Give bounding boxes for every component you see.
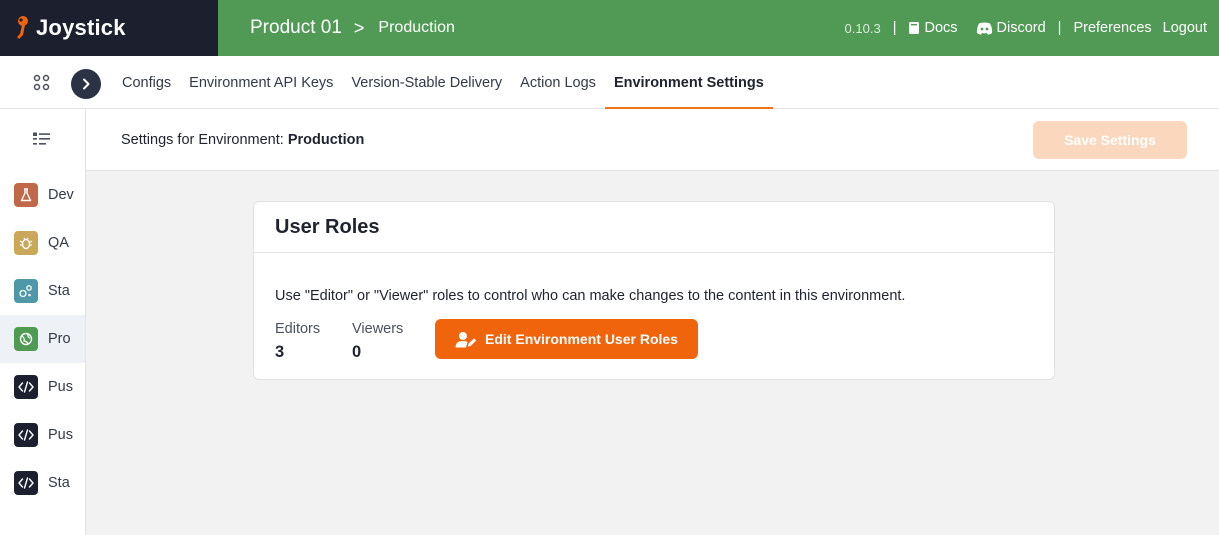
code-icon — [14, 471, 38, 495]
tab-environment-api-keys[interactable]: Environment API Keys — [180, 56, 342, 109]
discord-link[interactable]: Discord — [976, 20, 1046, 36]
save-settings-button[interactable]: Save Settings — [1033, 121, 1187, 159]
settings-title-prefix: Settings for Environment: — [121, 132, 288, 148]
sidebar-item-label: Sta — [48, 283, 70, 299]
tab-environment-settings[interactable]: Environment Settings — [604, 56, 773, 110]
sidebar-item-qa[interactable]: QA — [0, 219, 85, 267]
discord-label: Discord — [996, 20, 1046, 36]
tab-configs[interactable]: Configs — [113, 56, 180, 109]
sidebar-item-push-1[interactable]: Pus — [0, 363, 85, 411]
code-icon — [14, 423, 38, 447]
sidebar-toggle-button[interactable] — [71, 69, 101, 99]
environment-sidebar: Dev QA Sta Pro Pus Pus Sta — [0, 109, 86, 535]
sidebar-item-production[interactable]: Pro — [0, 315, 85, 363]
settings-title: Settings for Environment: Production — [121, 132, 364, 148]
docs-label: Docs — [924, 20, 958, 36]
version-label: 0.10.3 — [844, 20, 881, 36]
joystick-logo-icon — [17, 16, 28, 39]
chevron-right-icon — [83, 78, 90, 90]
globe-icon — [14, 327, 38, 351]
editors-label: Editors — [275, 321, 321, 337]
sidebar-item-label: Pro — [48, 331, 71, 347]
book-icon — [909, 22, 920, 34]
edit-user-roles-button[interactable]: Edit Environment User Roles — [435, 319, 698, 359]
divider: | — [1057, 20, 1062, 36]
brand-name: Joystick — [36, 15, 126, 40]
top-bar: Joystick Product 01 > Production 0.10.3 … — [0, 0, 1219, 56]
breadcrumb-environment[interactable]: Production — [378, 19, 455, 37]
card-title: User Roles — [254, 202, 1054, 253]
sidebar-item-label: QA — [48, 235, 69, 251]
edit-user-roles-label: Edit Environment User Roles — [485, 331, 678, 347]
editors-count: 3 — [275, 343, 285, 361]
divider: | — [892, 20, 897, 36]
editors-stat: Editors 3 — [275, 321, 320, 362]
apps-grid-icon[interactable] — [33, 74, 50, 91]
sidebar-item-push-2[interactable]: Pus — [0, 411, 85, 459]
tab-version-stable-delivery[interactable]: Version-Stable Delivery — [342, 56, 511, 109]
viewers-label: Viewers — [352, 321, 404, 337]
header-links: 0.10.3 | Docs Discord | Preferences Logo… — [845, 20, 1207, 36]
header-breadcrumb-bar: Product 01 > Production 0.10.3 | Docs Di… — [218, 0, 1219, 56]
code-icon — [14, 375, 38, 399]
viewers-stat: Viewers 0 — [352, 321, 403, 362]
viewers-count: 0 — [352, 343, 362, 361]
settings-header: Settings for Environment: Production Sav… — [86, 109, 1219, 171]
bubbles-icon — [14, 279, 38, 303]
breadcrumb-chevron-icon: > — [353, 17, 365, 38]
card-description: Use "Editor" or "Viewer" roles to contro… — [275, 288, 906, 304]
brand-area[interactable]: Joystick — [0, 0, 218, 56]
preferences-link[interactable]: Preferences — [1073, 20, 1151, 36]
sidebar-item-label: Pus — [48, 427, 73, 443]
breadcrumb-product[interactable]: Product 01 — [250, 17, 342, 39]
user-edit-icon — [455, 331, 477, 347]
sidebar-item-static[interactable]: Sta — [0, 459, 85, 507]
settings-environment-name: Production — [287, 132, 365, 148]
sidebar-item-label: Sta — [48, 475, 70, 491]
tab-list: Configs Environment API Keys Version-Sta… — [113, 56, 773, 110]
tab-bar: Configs Environment API Keys Version-Sta… — [0, 56, 1219, 110]
sidebar-item-label: Pus — [48, 379, 73, 395]
bug-icon — [14, 231, 38, 255]
list-view-icon[interactable] — [33, 132, 50, 147]
sidebar-item-dev[interactable]: Dev — [0, 171, 85, 219]
flask-icon — [14, 183, 38, 207]
user-roles-card: User Roles Use "Editor" or "Viewer" role… — [253, 201, 1055, 380]
sidebar-item-staging[interactable]: Sta — [0, 267, 85, 315]
logout-link[interactable]: Logout — [1163, 20, 1207, 36]
sidebar-item-label: Dev — [48, 187, 74, 203]
docs-link[interactable]: Docs — [908, 20, 958, 36]
tab-action-logs[interactable]: Action Logs — [511, 56, 605, 109]
discord-icon — [976, 22, 992, 35]
